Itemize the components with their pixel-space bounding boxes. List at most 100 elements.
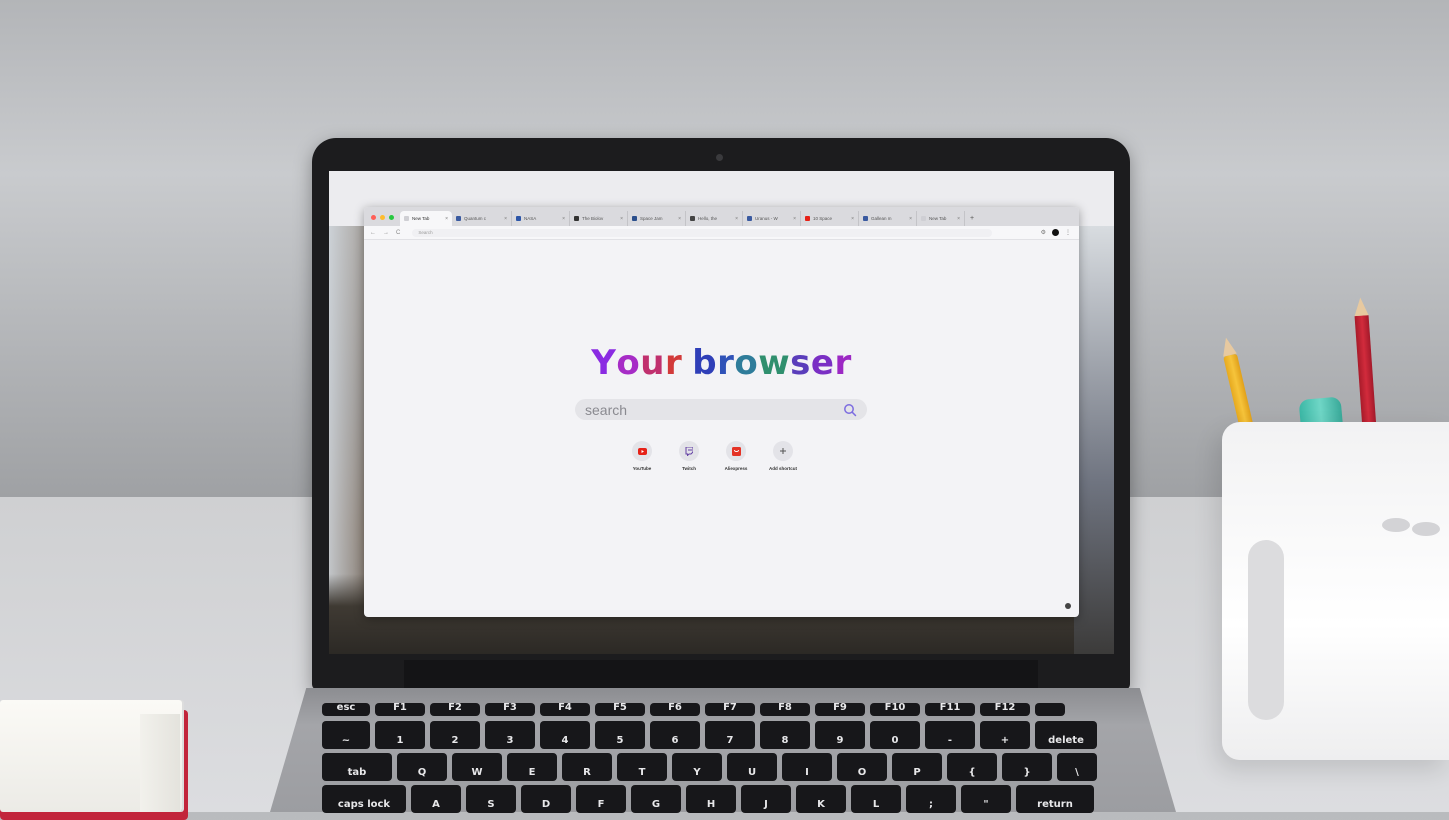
extensions-icon[interactable]: ⚙ [1041,229,1046,236]
tab-favicon-icon [632,216,637,221]
keyboard-key: Q [397,753,447,781]
keyboard-fn-row: esc F1 F2 F3 F4 F5 F6 F7 F8 F9 F10 F11 F12 [322,702,1065,716]
keyboard-key: J [741,785,791,813]
tab-favicon-icon [690,216,695,221]
close-tab-icon[interactable]: × [620,216,623,222]
browser-tab[interactable]: Hello, the × [686,211,743,226]
title-letter: s [790,343,811,383]
plus-icon [773,441,793,461]
keyboard-key: E [507,753,557,781]
title-letter: b [692,343,718,383]
title-letter: r [717,343,735,383]
shortcut-tile[interactable]: Aliexpress [720,441,752,471]
browser-tab[interactable]: New Tab × [400,211,452,226]
close-tab-icon[interactable]: × [504,216,507,222]
keyboard-key: F4 [540,702,590,716]
shortcut-label: Aliexpress [724,466,748,471]
keyboard-key: R [562,753,612,781]
tab-title: NASA [524,216,537,221]
keyboard-key: F8 [760,702,810,716]
browser-toolbar: ← → C Search ⚙ ⋮ [364,226,1079,240]
browser-tab[interactable]: The Biolov × [570,211,628,226]
shortcut-tile[interactable]: Twitch [673,441,705,471]
title-letter: e [810,343,835,383]
new-tab-page: Your browser search YouTube Twitch Aliexpr… [364,240,1079,617]
menu-icon[interactable]: ⋮ [1065,229,1071,236]
forward-arrow-icon[interactable]: → [383,230,389,236]
close-tab-icon[interactable]: × [735,216,738,222]
reload-icon[interactable]: C [396,230,400,236]
title-letter: r [834,343,852,383]
keyboard-key: 2 [430,721,480,749]
tab-title: Hello, the [698,216,718,221]
keyboard-key: D [521,785,571,813]
keyboard-key: P [892,753,942,781]
keyboard-key: F7 [705,702,755,716]
search-box[interactable]: search [575,399,867,420]
keyboard-key: 3 [485,721,535,749]
keyboard-key: 5 [595,721,645,749]
keyboard-key: 6 [650,721,700,749]
keyboard-key: esc [322,702,370,716]
new-tab-button[interactable]: + [965,215,979,226]
tab-strip: New Tab × Quantum c × NASA × The Biolov × Space … [400,211,965,226]
keyboard-key: delete [1035,721,1097,749]
browser-tab[interactable]: Quantum c × [452,211,512,226]
window-controls [364,215,400,226]
toolbar-actions: ⚙ ⋮ [1041,229,1079,236]
keyboard-key: U [727,753,777,781]
keyboard-key: F10 [870,702,920,716]
profile-avatar[interactable] [1052,229,1059,236]
keyboard-key: ~ [322,721,370,749]
close-tab-icon[interactable]: × [957,216,960,222]
tab-favicon-icon [456,216,461,221]
close-tab-icon[interactable]: × [909,216,912,222]
browser-window: New Tab × Quantum c × NASA × The Biolov × Space … [364,207,1079,617]
keyboard-key: F9 [815,702,865,716]
close-tab-icon[interactable]: × [793,216,796,222]
close-tab-icon[interactable]: × [851,216,854,222]
maximize-window-button[interactable] [389,215,394,220]
customize-page-button[interactable] [1065,603,1071,609]
shortcut-tile[interactable]: Add shortcut [767,441,799,471]
close-tab-icon[interactable]: × [562,216,565,222]
tab-favicon-icon [404,216,409,221]
tab-title: New Tab [412,216,430,221]
shortcut-tile[interactable]: YouTube [626,441,658,471]
keyboard-key: K [796,785,846,813]
search-icon[interactable] [843,403,857,417]
search-input[interactable]: search [585,402,843,418]
keyboard-key: 0 [870,721,920,749]
browser-tab[interactable]: Space Jam × [628,211,686,226]
tab-favicon-icon [574,216,579,221]
title-letter: o [734,343,759,383]
address-bar[interactable]: Search [412,228,993,237]
browser-tab[interactable]: Gallean m × [859,211,917,226]
shortcut-label: Add shortcut [769,466,797,471]
browser-tab[interactable]: 10 Space × [801,211,859,226]
pencil-tip [1353,297,1369,317]
keyboard-key [1035,703,1065,716]
keyboard-key: - [925,721,975,749]
keyboard-key: Y [672,753,722,781]
back-arrow-icon[interactable]: ← [370,230,376,236]
browser-tab[interactable]: New Tab × [917,211,965,226]
keyboard-key: 4 [540,721,590,749]
close-tab-icon[interactable]: × [445,216,448,222]
tab-favicon-icon [921,216,926,221]
tab-favicon-icon [747,216,752,221]
close-tab-icon[interactable]: × [678,216,681,222]
tab-title: New Tab [929,216,947,221]
minimize-window-button[interactable] [380,215,385,220]
close-window-button[interactable] [371,215,376,220]
shortcut-grid: YouTube Twitch Aliexpress Add shortcut [626,441,799,471]
keyboard-key: F1 [375,702,425,716]
page-title: Your browser [364,343,1079,383]
browser-tab[interactable]: NASA × [512,211,570,226]
tab-title: Space Jam [640,216,663,221]
keyboard-key: 7 [705,721,755,749]
keyboard-key: caps lock [322,785,406,813]
youtube-icon [632,441,652,461]
browser-tab[interactable]: Uranus - W × [743,211,801,226]
navigation-buttons: ← → C [364,230,400,236]
